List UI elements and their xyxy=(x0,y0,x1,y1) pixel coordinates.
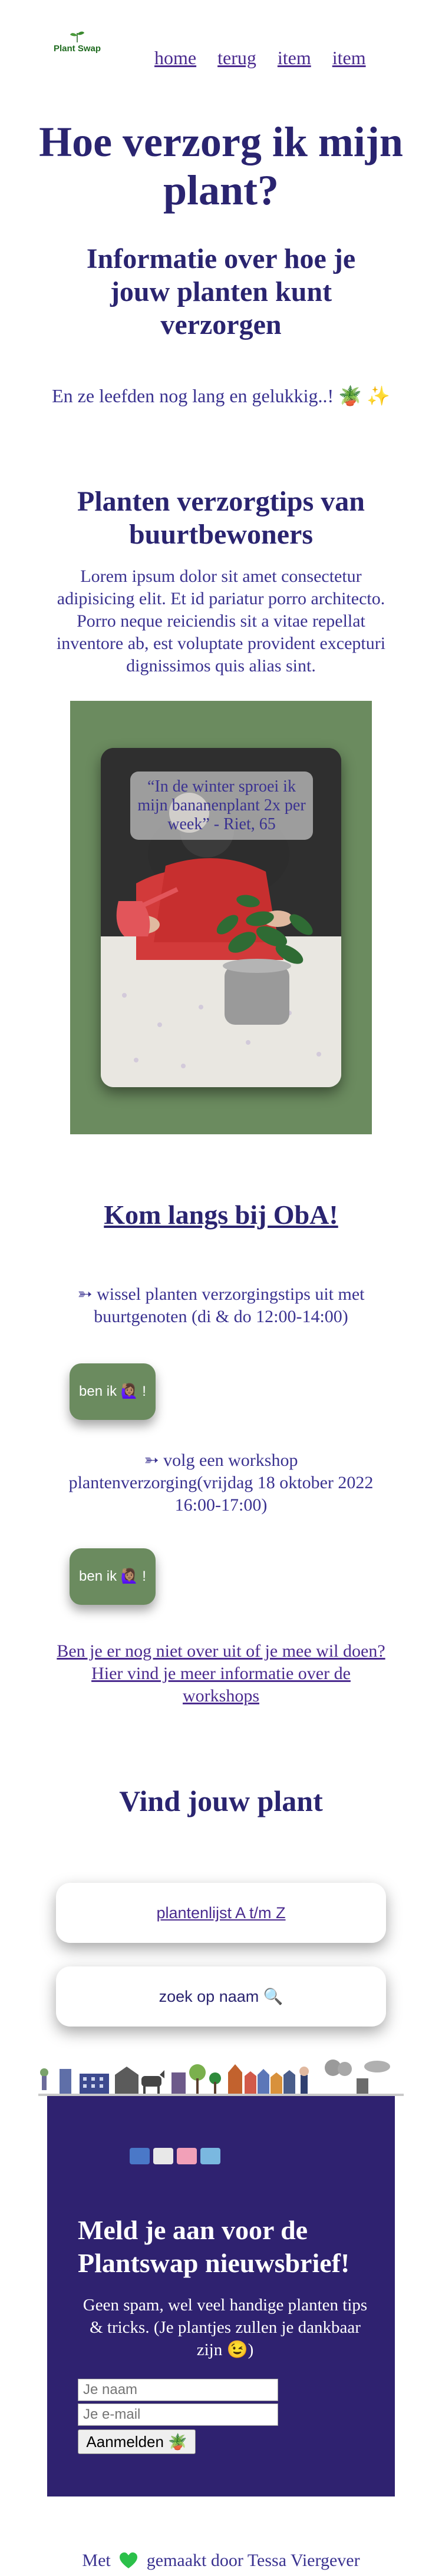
quote-overlay: “In de winter sproei ik mijn bananenplan… xyxy=(130,772,313,840)
phone-icon xyxy=(153,2148,173,2164)
button-row-1: ben ik 🙋🏽‍♀️ ! xyxy=(0,1363,442,1420)
site-header: Plant Swap home terug item item xyxy=(0,0,442,106)
skyline-icon xyxy=(38,2060,404,2096)
find-section: Vind jouw plant plantenlijst A t/m Z zoe… xyxy=(0,1784,442,2027)
newsletter-title: Meld je aan voor de Plantswap nieuwsbrie… xyxy=(78,2215,350,2278)
tips-body: Lorem ipsum dolor sit amet consectetur a… xyxy=(56,567,386,676)
photo-frame: “In de winter sproei ik mijn bananenplan… xyxy=(70,701,372,1134)
button-row-2: ben ik 🙋🏽‍♀️ ! xyxy=(0,1548,442,1605)
tips-section: Planten verzorgtips van buurtbewoners Lo… xyxy=(0,485,442,1134)
camera-icon xyxy=(200,2148,220,2164)
nav-item-2[interactable]: item xyxy=(332,47,366,69)
join-workshop-button[interactable]: ben ik 🙋🏽‍♀️ ! xyxy=(70,1548,156,1605)
nav-home[interactable]: home xyxy=(154,47,196,69)
oba-item-workshop: ➳ volg een workshop plantenverzorging(vr… xyxy=(68,1451,374,1515)
intro-text: En ze leefden nog lang en gelukkig..! 🪴 … xyxy=(52,385,390,406)
oba-section: Kom langs bij ObA! ➳ wissel planten verz… xyxy=(0,1199,442,1707)
newsletter-text: Geen spam, wel veel handige planten tips… xyxy=(83,2296,368,2359)
page-subtitle: Informatie over hoe je jouw planten kunt… xyxy=(86,243,356,340)
logo-text: Plant Swap xyxy=(53,44,101,54)
page: Plant Swap home terug item item Hoe verz… xyxy=(0,0,442,2576)
newsletter-section: Meld je aan voor de Plantswap nieuwsbrie… xyxy=(47,2096,395,2496)
workshop-info-link[interactable]: Ben je er nog niet over uit of je mee wi… xyxy=(56,1640,386,1707)
tips-title: Planten verzorgtips van buurtbewoners xyxy=(77,486,365,550)
plant-care-photo: “In de winter sproei ik mijn bananenplan… xyxy=(101,748,341,1087)
plant-list-link[interactable]: plantenlijst A t/m Z xyxy=(156,1904,285,1922)
main-nav: home terug item item xyxy=(154,47,366,69)
logo[interactable]: Plant Swap xyxy=(51,29,104,54)
love-letter-icon xyxy=(177,2148,197,2164)
subscribe-button[interactable]: Aanmelden 🪴 xyxy=(78,2429,196,2454)
laptop-icon xyxy=(130,2148,150,2164)
plant-list-button[interactable]: plantenlijst A t/m Z xyxy=(56,1883,386,1943)
find-title: Vind jouw plant xyxy=(119,1784,323,1817)
oba-title[interactable]: Kom langs bij ObA! xyxy=(0,1199,442,1230)
join-swap-button[interactable]: ben ik 🙋🏽‍♀️ ! xyxy=(70,1363,156,1420)
neighborhood-skyline-illustration xyxy=(38,2049,404,2096)
footer: Met gemaakt door Tessa Viergever xyxy=(44,2549,398,2572)
green-heart-icon xyxy=(120,2552,138,2568)
hero-section: Hoe verzorg ik mijn plant? Informatie ov… xyxy=(0,118,442,409)
page-title: Hoe verzorg ik mijn plant? xyxy=(39,118,403,214)
nav-item-1[interactable]: item xyxy=(278,47,311,69)
search-by-name-button[interactable]: zoek op naam 🔍 xyxy=(56,1966,386,2027)
leaf-logo-icon xyxy=(70,31,84,42)
oba-item-swap: ➳ wissel planten verzorgingstips uit met… xyxy=(77,1284,365,1326)
nav-terug[interactable]: terug xyxy=(217,47,256,69)
footer-text-before: Met xyxy=(82,2551,111,2570)
emoji-row xyxy=(130,2148,220,2164)
email-input[interactable] xyxy=(78,2403,278,2426)
name-input[interactable] xyxy=(78,2379,278,2401)
footer-text-after: gemaakt door Tessa Viergever xyxy=(146,2551,360,2570)
